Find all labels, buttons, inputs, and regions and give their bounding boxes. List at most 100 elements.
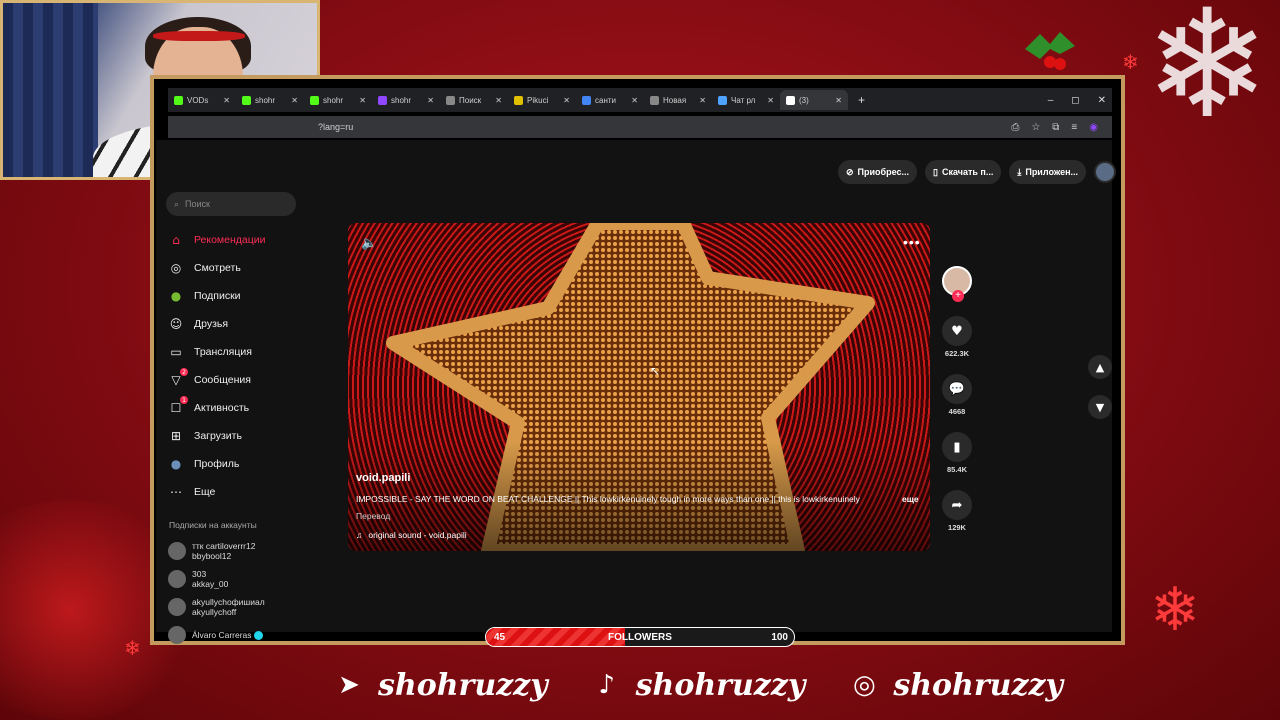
- tab[interactable]: Чат рл ✕: [712, 90, 780, 110]
- comment-icon: 💬: [948, 381, 966, 397]
- sidebar-item-more[interactable]: ⋯ Еще: [168, 478, 308, 506]
- buy-coins-button[interactable]: ⊘ Приобрес...: [838, 160, 917, 184]
- sidebar-item-following[interactable]: ● Подписки: [168, 282, 308, 310]
- friends-icon: ☺: [169, 317, 183, 331]
- previous-video-button[interactable]: ▲: [1088, 355, 1112, 379]
- maximize-button[interactable]: ◻: [1071, 95, 1079, 106]
- video-actions: + ♥ 622.3K 💬 4668 ▮ 85.4K ➦ 129K: [940, 266, 974, 532]
- close-tab-icon[interactable]: ✕: [563, 96, 570, 105]
- like-count: 622.3K: [944, 349, 970, 358]
- tab[interactable]: VODs ✕: [168, 90, 236, 110]
- tab[interactable]: Новая ✕: [644, 90, 712, 110]
- tiktok-header-actions: ⊘ Приобрес... ▯ Скачать п... ⤓ Приложен...: [838, 160, 1117, 184]
- tiktok-handle: ♪ shohruzzy: [588, 666, 805, 704]
- social-handles: ➤ shohruzzy ♪ shohruzzy ◎ shohruzzy: [330, 666, 1063, 704]
- favicon-icon: [174, 95, 183, 105]
- url-text[interactable]: ?lang=ru: [318, 122, 353, 132]
- close-tab-icon[interactable]: ✕: [699, 96, 706, 105]
- mouse-cursor-icon: ↖: [650, 364, 661, 378]
- tab[interactable]: санти ✕: [576, 90, 644, 110]
- more-options-icon[interactable]: •••: [903, 234, 921, 250]
- favicon-icon: [378, 95, 387, 105]
- list-item[interactable]: ттк cartiloverrr12 bbybool12: [168, 537, 308, 565]
- follow-plus-icon[interactable]: +: [952, 290, 964, 302]
- tab[interactable]: Поиск ✕: [440, 90, 508, 110]
- favicon-icon: [514, 95, 523, 105]
- avatar: [168, 570, 186, 588]
- favicon-icon: [310, 95, 319, 105]
- save-button[interactable]: ▮: [942, 432, 972, 462]
- following-avatar-icon: ●: [170, 289, 182, 303]
- more-dots-icon: ⋯: [170, 485, 182, 499]
- creator-avatar[interactable]: +: [942, 266, 972, 302]
- profile-icon[interactable]: ◉: [1089, 122, 1098, 133]
- tab[interactable]: Pikuci ✕: [508, 90, 576, 110]
- holly-icon: [1025, 32, 1075, 70]
- new-tab-button[interactable]: +: [858, 93, 865, 107]
- sidebar-item-upload[interactable]: ⊞ Загрузить: [168, 422, 308, 450]
- tab-tiktok-active[interactable]: (3) ✕: [780, 90, 848, 110]
- close-tab-icon[interactable]: ✕: [291, 96, 298, 105]
- share-arrow-icon: ➦: [951, 497, 963, 513]
- close-tab-icon[interactable]: ✕: [767, 96, 774, 105]
- telegram-handle: ➤ shohruzzy: [330, 666, 548, 704]
- close-tab-icon[interactable]: ✕: [223, 96, 230, 105]
- search-input[interactable]: ⌕ Поиск: [166, 192, 296, 216]
- sidebar-item-profile[interactable]: ● Профиль: [168, 450, 308, 478]
- save-count: 85.4K: [946, 465, 967, 474]
- like-button[interactable]: ♥: [942, 316, 972, 346]
- install-icon[interactable]: ⎙: [1011, 122, 1019, 133]
- close-window-button[interactable]: ✕: [1098, 95, 1106, 106]
- address-bar[interactable]: ?lang=ru ⎙ ☆ ⧉ ≡ ◉: [168, 116, 1112, 138]
- comment-button[interactable]: 💬: [942, 374, 972, 404]
- download-icon: ⤓: [1017, 166, 1022, 177]
- share-button[interactable]: ➦: [942, 490, 972, 520]
- bookmark-star-icon[interactable]: ☆: [1031, 122, 1040, 133]
- close-tab-icon[interactable]: ✕: [359, 96, 366, 105]
- tab[interactable]: shohr ✕: [372, 90, 440, 110]
- next-video-button[interactable]: ▼: [1088, 395, 1112, 419]
- notification-badge: 1: [180, 396, 188, 404]
- user-avatar[interactable]: [1094, 161, 1117, 183]
- sidebar-item-messages[interactable]: ▽ 2 Сообщения: [168, 366, 308, 394]
- favicon-icon: [582, 95, 591, 105]
- mute-icon[interactable]: 🔈: [361, 236, 377, 251]
- favicon-icon: [446, 95, 455, 105]
- list-item[interactable]: 303 akkay_00: [168, 565, 308, 593]
- followers-label: FOLLOWERS: [608, 632, 672, 643]
- list-item[interactable]: Álvaro Carreras: [168, 621, 308, 649]
- sidebar-item-live[interactable]: ▭ Трансляция: [168, 338, 308, 366]
- phone-icon: ▯: [933, 166, 938, 177]
- sidebar-item-explore[interactable]: ◎ Смотреть: [168, 254, 308, 282]
- messages-icon: ▽ 2: [168, 368, 188, 388]
- download-app-button[interactable]: ▯ Скачать п...: [925, 160, 1002, 184]
- sidebar-item-recommended[interactable]: ⌂ Рекомендации: [168, 226, 308, 254]
- followers-goal: 100: [771, 632, 788, 643]
- favicon-icon: [650, 95, 659, 105]
- telegram-icon: ➤: [338, 670, 360, 700]
- snowflake-icon: ❄: [1122, 50, 1139, 74]
- extensions-icon[interactable]: ⧉: [1052, 122, 1059, 133]
- media-icon[interactable]: ≡: [1071, 122, 1077, 133]
- minimize-button[interactable]: –: [1048, 95, 1054, 106]
- close-tab-icon[interactable]: ✕: [631, 96, 638, 105]
- translate-link[interactable]: Перевод: [356, 511, 390, 521]
- favicon-icon: [718, 95, 727, 105]
- close-tab-icon[interactable]: ✕: [495, 96, 502, 105]
- apps-button[interactable]: ⤓ Приложен...: [1009, 160, 1087, 184]
- close-tab-icon[interactable]: ✕: [427, 96, 434, 105]
- video-username[interactable]: void.papili: [356, 472, 410, 484]
- favicon-icon: [242, 95, 251, 105]
- close-tab-icon[interactable]: ✕: [835, 96, 842, 105]
- tab[interactable]: shohr ✕: [236, 90, 304, 110]
- sidebar-item-friends[interactable]: ☺ Друзья: [168, 310, 308, 338]
- upload-icon: ⊞: [170, 429, 182, 443]
- description-more-button[interactable]: еще: [902, 494, 919, 504]
- tab[interactable]: shohr ✕: [304, 90, 372, 110]
- live-tv-icon: ▭: [170, 345, 182, 359]
- verified-badge-icon: [253, 631, 263, 641]
- instagram-handle: ◎ shohruzzy: [845, 666, 1063, 704]
- video-sound[interactable]: ♫ original sound - void.papili: [356, 530, 467, 540]
- sidebar-item-activity[interactable]: ☐ 1 Активность: [168, 394, 308, 422]
- list-item[interactable]: akyullychoфишиал akyullychoff: [168, 593, 308, 621]
